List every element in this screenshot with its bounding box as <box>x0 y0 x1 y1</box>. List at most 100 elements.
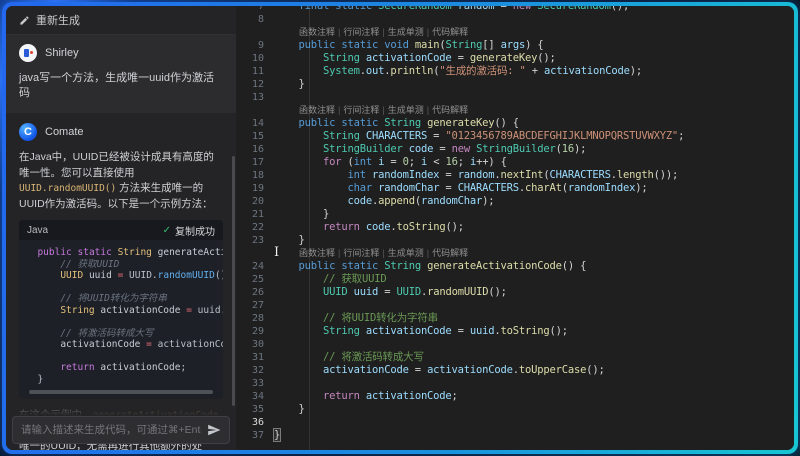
chat-code-line <box>26 351 223 363</box>
editor-code-line[interactable]: 28 // 将UUID转化为字符串 <box>236 312 794 325</box>
codelens-action[interactable]: 行间注释 <box>343 27 379 37</box>
chat-code-line <box>26 316 223 328</box>
editor-code-line[interactable]: 29 String activationCode = uuid.toString… <box>236 325 794 338</box>
line-number: 29 <box>236 325 274 338</box>
editor-code-line[interactable]: 15 String CHARACTERS = "0123456789ABCDEF… <box>236 130 794 143</box>
line-number: 9 <box>236 39 274 52</box>
user-avatar <box>19 44 37 62</box>
comate-avatar: C <box>19 123 37 141</box>
editor-code-line[interactable]: 31 // 将激活码转成大写 <box>236 351 794 364</box>
line-number: 11 <box>236 65 274 78</box>
editor-codelens-row: 函数注释|行间注释|生成单测|代码解释 <box>236 104 794 117</box>
editor-code-line[interactable]: 11 System.out.println("生成的激活码: " + activ… <box>236 65 794 78</box>
codelens-action[interactable]: 生成单测 <box>388 105 424 115</box>
codelens-action[interactable]: 行间注释 <box>343 248 379 258</box>
codelens-separator: | <box>382 248 384 258</box>
chat-code-line: } <box>26 374 223 386</box>
codelens-action[interactable]: 函数注释 <box>299 27 335 37</box>
inline-code: UUID.randomUUID() <box>19 183 116 194</box>
line-number: 27 <box>236 299 274 312</box>
editor-code-line[interactable]: 19 char randomChar = CHARACTERS.charAt(r… <box>236 182 794 195</box>
editor-code-line[interactable]: 27 <box>236 299 794 312</box>
editor-code-line[interactable]: 25 // 获取UUID <box>236 273 794 286</box>
editor-code-line[interactable]: 30 <box>236 338 794 351</box>
editor-code-line[interactable]: 23 } <box>236 234 794 247</box>
assistant-name: Comate <box>45 126 84 138</box>
editor-code-line[interactable]: 21 } <box>236 208 794 221</box>
codelens-action[interactable]: 行间注释 <box>343 105 379 115</box>
editor-code-line[interactable]: 14 public static String generateKey() { <box>236 117 794 130</box>
editor-code-line[interactable]: 7 final static SecureRandom random = new… <box>236 6 794 13</box>
code-editor[interactable]: 7 final static SecureRandom random = new… <box>236 6 794 450</box>
chat-code-line: public static String generateActivationC… <box>26 247 223 259</box>
chat-panel-scrollbar[interactable] <box>232 156 235 406</box>
codelens-separator: | <box>427 27 429 37</box>
chat-code-lines: public static String generateActivationC… <box>19 240 223 387</box>
check-icon: ✓ <box>163 225 171 236</box>
line-number: 16 <box>236 143 274 156</box>
codelens-separator: | <box>382 27 384 37</box>
line-number: 10 <box>236 52 274 65</box>
line-number: 24 <box>236 260 274 273</box>
codelens-action[interactable]: 生成单测 <box>388 27 424 37</box>
chat-code-block: Java ✓ 复制成功 public static String generat… <box>19 220 223 399</box>
line-number: 36 <box>236 416 274 429</box>
line-number: 23 <box>236 234 274 247</box>
line-number: 35 <box>236 403 274 416</box>
chat-code-line: // 获取UUID <box>26 259 223 271</box>
copy-status-label: 复制成功 <box>175 223 215 238</box>
line-number: 18 <box>236 169 274 182</box>
editor-code-line[interactable]: 12 } <box>236 78 794 91</box>
line-number: 31 <box>236 351 274 364</box>
ide-window: 重新生成 Shirley java写一个方法，生成唯一uuid作为激活码 C C… <box>6 6 794 450</box>
codelens-action[interactable]: 函数注释 <box>299 248 335 258</box>
regenerate-label: 重新生成 <box>36 12 80 28</box>
editor-code-line[interactable]: 33 <box>236 377 794 390</box>
editor-code-line[interactable]: 22 return code.toString(); <box>236 221 794 234</box>
line-number: 12 <box>236 78 274 91</box>
editor-code-line[interactable]: 17 for (int i = 0; i < 16; i++) { <box>236 156 794 169</box>
line-number: 21 <box>236 208 274 221</box>
editor-code-line[interactable]: 9 public static void main(String[] args)… <box>236 39 794 52</box>
line-number <box>236 104 274 117</box>
line-number: 28 <box>236 312 274 325</box>
line-number: 13 <box>236 91 274 104</box>
editor-code-line[interactable]: 10 String activationCode = generateKey()… <box>236 52 794 65</box>
editor-code-line[interactable]: 13 <box>236 91 794 104</box>
editor-code-line[interactable]: 18 int randomIndex = random.nextInt(CHAR… <box>236 169 794 182</box>
line-number: 22 <box>236 221 274 234</box>
editor-code-line[interactable]: 8 <box>236 13 794 26</box>
codelens-action[interactable]: 代码解释 <box>432 248 468 258</box>
gradient-frame: 重新生成 Shirley java写一个方法，生成唯一uuid作为激活码 C C… <box>2 2 798 454</box>
editor-code-line[interactable]: 24 public static String generateActivati… <box>236 260 794 273</box>
regenerate-button[interactable]: 重新生成 <box>6 6 236 35</box>
line-number: 26 <box>236 286 274 299</box>
codelens-action[interactable]: 代码解释 <box>432 27 468 37</box>
codelens-action[interactable]: 代码解释 <box>432 105 468 115</box>
assistant-message: C Comate 在Java中，UUID已经被设计成具有高度的唯一性。您可以直接… <box>6 113 236 450</box>
editor-code-line[interactable]: 26 UUID uuid = UUID.randomUUID(); <box>236 286 794 299</box>
copy-code-button[interactable]: ✓ 复制成功 <box>163 223 215 238</box>
editor-code-line[interactable]: 37} <box>236 429 794 442</box>
line-number: 33 <box>236 377 274 390</box>
codelens-action[interactable]: 生成单测 <box>388 248 424 258</box>
line-number <box>236 247 274 260</box>
line-number: 17 <box>236 156 274 169</box>
line-number: 8 <box>236 13 274 26</box>
editor-code-line[interactable]: 35 } <box>236 403 794 416</box>
chat-code-line: activationCode = activationCode.toUpperC… <box>26 339 223 351</box>
editor-code-line[interactable]: 20 code.append(randomChar); <box>236 195 794 208</box>
editor-code-line[interactable]: 32 activationCode = activationCode.toUpp… <box>236 364 794 377</box>
code-block-horizontal-scrollbar[interactable] <box>29 390 213 394</box>
editor-code-line[interactable]: 36 <box>236 416 794 429</box>
editor-code-line[interactable]: 34 return activationCode; <box>236 390 794 403</box>
chat-input-bar <box>12 416 230 444</box>
chat-code-line: UUID uuid = UUID.randomUUID(); <box>26 270 223 282</box>
codelens-action[interactable]: 函数注释 <box>299 105 335 115</box>
chat-code-line: return activationCode; <box>26 362 223 374</box>
send-icon[interactable] <box>207 423 221 437</box>
codelens-separator: | <box>427 248 429 258</box>
user-message-text: java写一个方法，生成唯一uuid作为激活码 <box>19 71 223 101</box>
editor-code-line[interactable]: 16 StringBuilder code = new StringBuilde… <box>236 143 794 156</box>
chat-input[interactable] <box>21 424 201 436</box>
